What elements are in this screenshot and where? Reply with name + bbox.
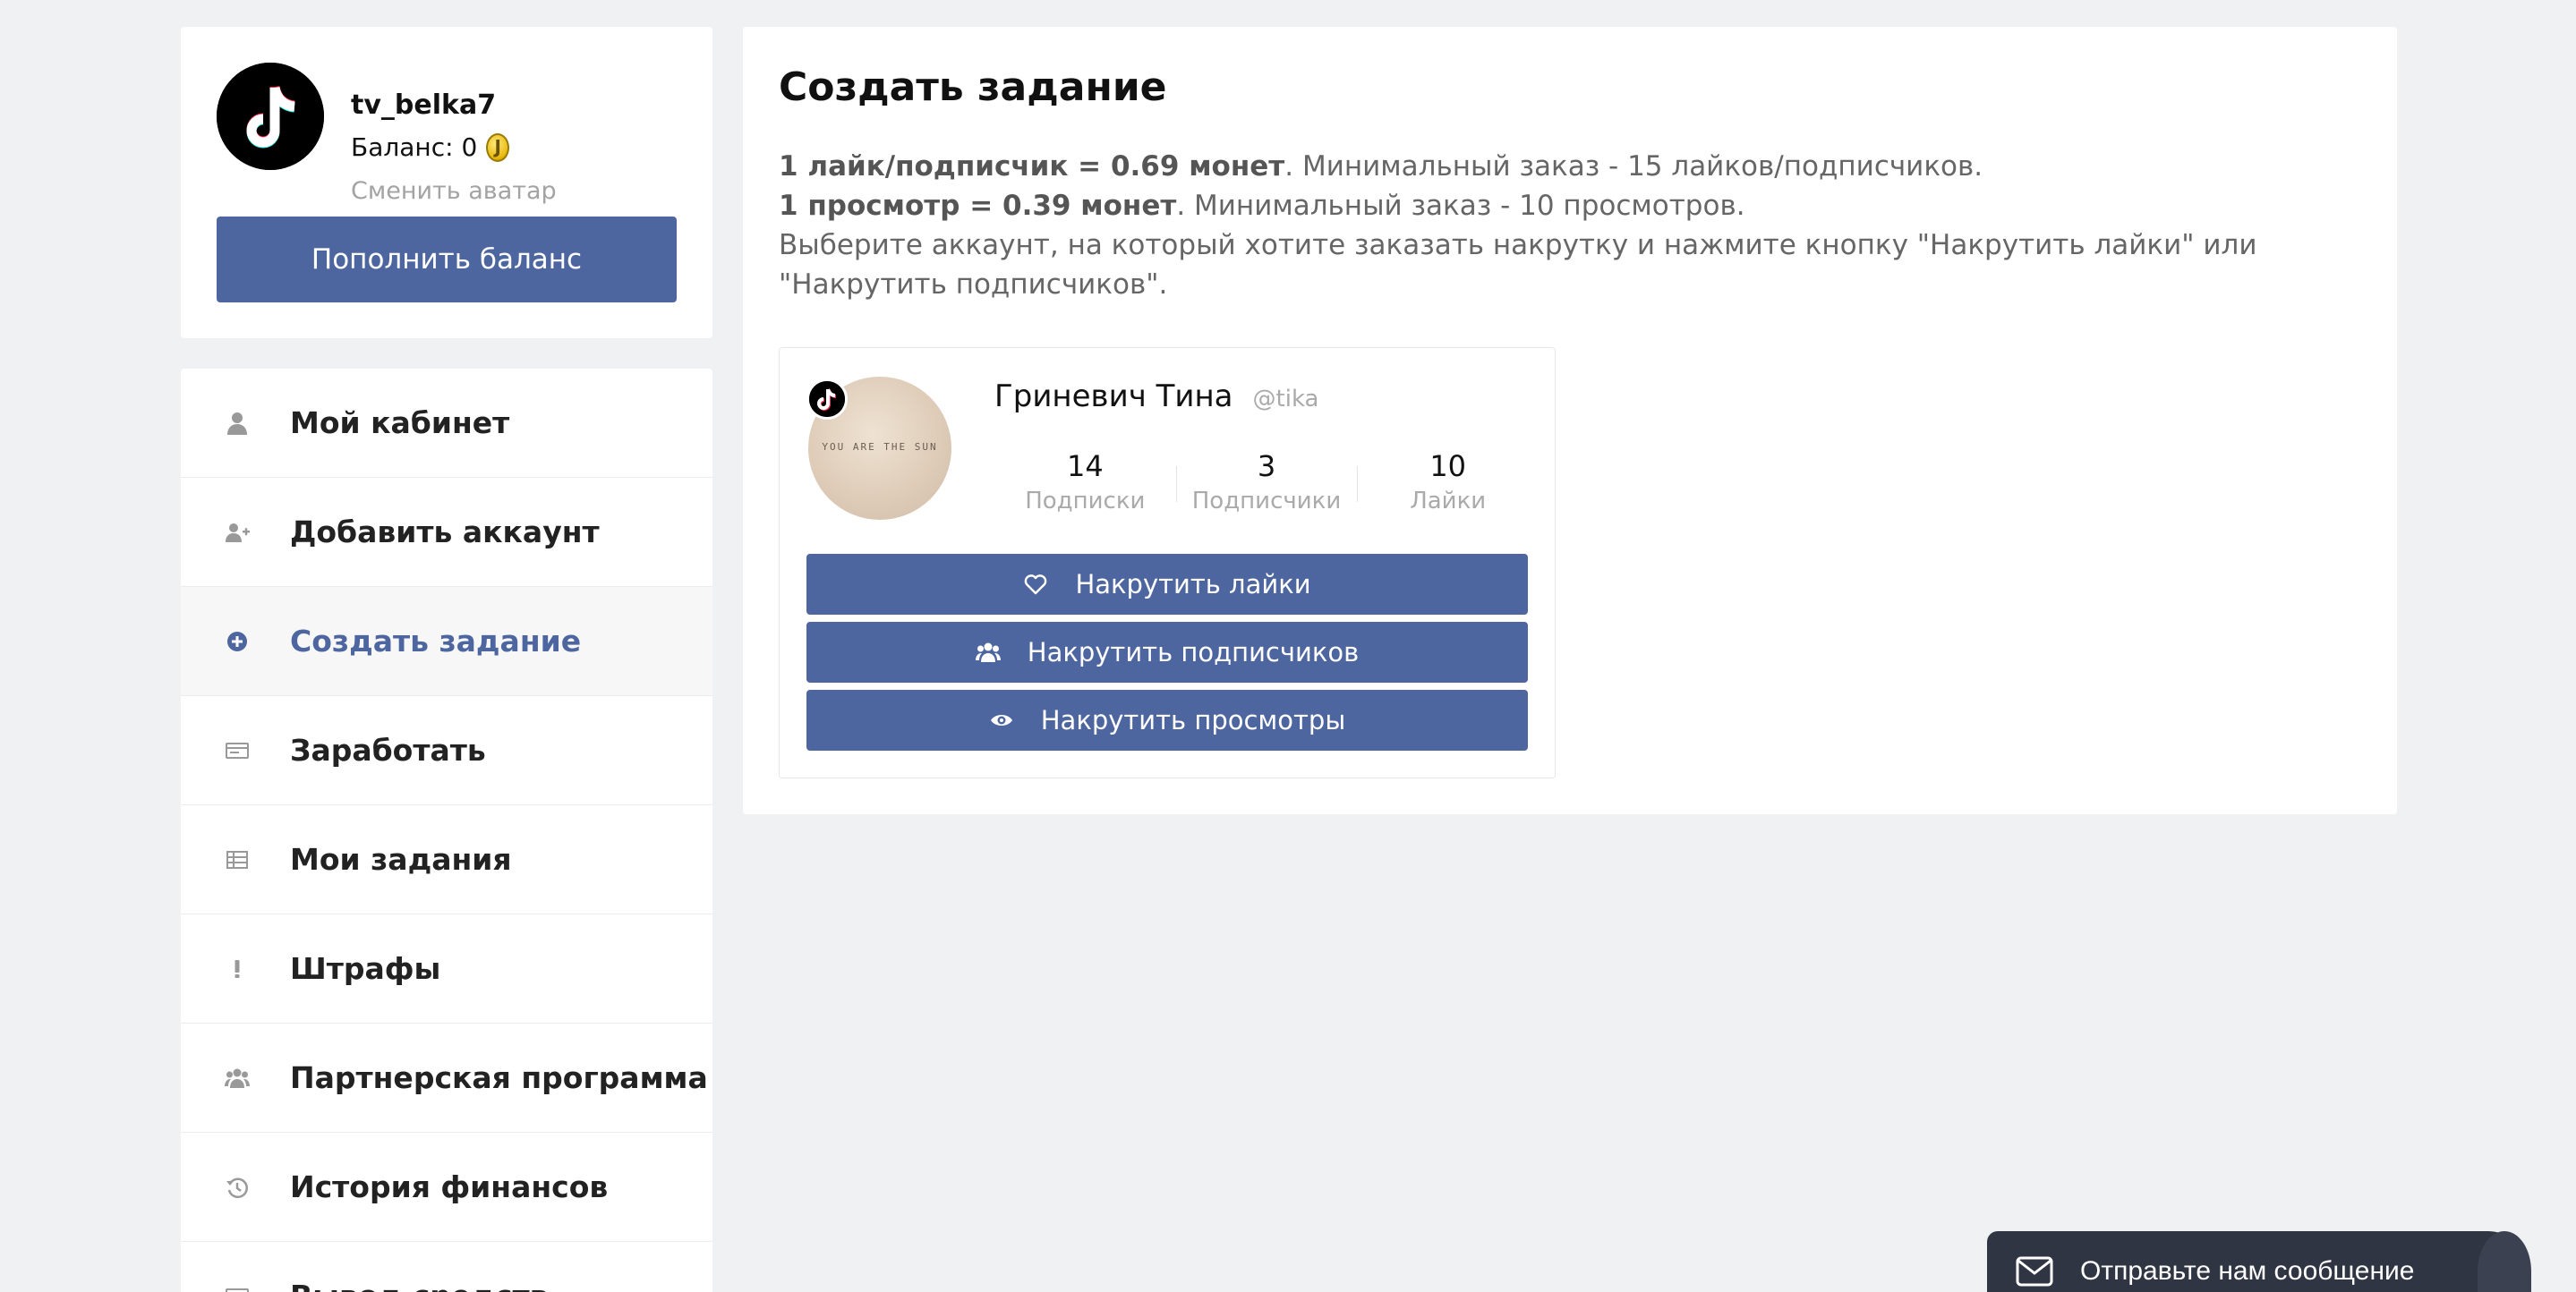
sidebar-item-label: Партнерская программа — [290, 1060, 708, 1095]
boost-subscribers-button[interactable]: Накрутить подписчиков — [806, 622, 1528, 683]
coin-icon — [486, 132, 510, 162]
pricing-likes-line: 1 лайк/подписчик = 0.69 монет. Минимальн… — [779, 147, 2354, 186]
topup-balance-button[interactable]: Пополнить баланс — [217, 217, 677, 302]
sidebar-item-label: Заработать — [290, 733, 486, 768]
plus-circle-icon — [222, 626, 252, 657]
boost-subscribers-label: Накрутить подписчиков — [1027, 637, 1360, 667]
sidebar-item-partner[interactable]: Партнерская программа — [181, 1024, 712, 1133]
chat-widget[interactable]: Отправьте нам сообщение — [1987, 1231, 2531, 1292]
page-title: Создать задание — [779, 64, 1167, 110]
stat-label: Лайки — [1410, 488, 1487, 514]
pricing-views-line: 1 просмотр = 0.39 монет. Минимальный зак… — [779, 186, 2354, 225]
change-avatar-link[interactable]: Сменить аватар — [351, 177, 557, 205]
table-icon — [222, 845, 252, 875]
stat-followers: 3 Подписчики — [1175, 446, 1358, 518]
stat-value: 10 — [1429, 449, 1467, 483]
users-icon — [222, 1063, 252, 1093]
pricing-likes-min: . Минимальный заказ - 15 лайков/подписчи… — [1284, 150, 1983, 183]
eye-icon — [990, 715, 1012, 726]
sidebar-item-label: Создать задание — [290, 624, 582, 659]
sidebar-item-label: Мои задания — [290, 842, 512, 877]
sidebar-item-cabinet[interactable]: Мой кабинет — [181, 369, 712, 478]
create-task-panel: Создать задание 1 лайк/подписчик = 0.69 … — [743, 27, 2397, 814]
heart-icon — [1025, 574, 1047, 595]
sidebar-item-create-task[interactable]: Создать задание — [181, 587, 712, 696]
balance-label: Баланс: 0 — [351, 132, 478, 162]
account-name-row: Гриневич Тина @tika — [994, 378, 1318, 414]
wallet-icon — [222, 1281, 252, 1292]
stat-following: 14 Подписки — [994, 446, 1176, 518]
exclamation-icon — [222, 954, 252, 984]
sidebar-item-fines[interactable]: Штрафы — [181, 914, 712, 1024]
sidebar-item-label: Вывод средств — [290, 1279, 548, 1292]
pricing-info: 1 лайк/подписчик = 0.69 монет. Минимальн… — [779, 147, 2354, 304]
avatar[interactable] — [217, 63, 324, 170]
sidebar-item-label: Добавить аккаунт — [290, 514, 600, 549]
boost-views-label: Накрутить просмотры — [1040, 705, 1346, 735]
boost-likes-button[interactable]: Накрутить лайки — [806, 554, 1528, 615]
pricing-views-rate: 1 просмотр = 0.39 монет — [779, 190, 1177, 222]
sidebar-item-finance-history[interactable]: История финансов — [181, 1133, 712, 1242]
history-icon — [222, 1172, 252, 1203]
stat-value: 3 — [1257, 449, 1276, 483]
stat-label: Подписчики — [1191, 488, 1342, 514]
chat-label: Отправьте нам сообщение — [2080, 1256, 2415, 1286]
user-icon — [222, 408, 252, 438]
sidebar-item-label: История финансов — [290, 1169, 609, 1204]
pricing-likes-rate: 1 лайк/подписчик = 0.69 монет — [779, 150, 1285, 183]
boost-likes-label: Накрутить лайки — [1075, 569, 1311, 599]
pricing-views-min: . Минимальный заказ - 10 просмотров. — [1176, 190, 1745, 222]
account-avatar-text: YOU ARE THE SUN — [822, 441, 938, 453]
stat-label: Подписки — [1025, 488, 1146, 514]
sidebar-item-my-tasks[interactable]: Мои задания — [181, 805, 712, 914]
profile-card: tv_belka7 Баланс: 0 Сменить аватар Попол… — [181, 27, 712, 338]
account-stats: 14 Подписки 3 Подписчики 10 Лайки — [994, 446, 1539, 518]
stat-value: 14 — [1066, 449, 1104, 483]
stat-likes: 10 Лайки — [1357, 446, 1539, 518]
sidebar-item-label: Мой кабинет — [290, 405, 510, 440]
instructions-text: Выберите аккаунт, на который хотите зака… — [779, 229, 2257, 301]
money-icon — [222, 735, 252, 766]
envelope-icon — [2016, 1256, 2053, 1287]
tiktok-logo-icon — [217, 63, 324, 170]
sidebar-item-withdraw[interactable]: Вывод средств — [181, 1242, 712, 1292]
sidebar-item-add-account[interactable]: Добавить аккаунт — [181, 478, 712, 587]
sidebar-item-label: Штрафы — [290, 951, 441, 986]
account-card: YOU ARE THE SUN Гриневич Тина @tika 14 П… — [779, 347, 1556, 778]
chat-corner — [2478, 1231, 2531, 1292]
boost-views-button[interactable]: Накрутить просмотры — [806, 690, 1528, 751]
tiktok-badge-icon — [806, 378, 848, 420]
account-handle: @tika — [1252, 386, 1319, 412]
sidebar-menu: Мой кабинет Добавить аккаунт Создать зад… — [181, 369, 712, 1292]
user-plus-icon — [222, 517, 252, 548]
balance: Баланс: 0 — [351, 132, 510, 162]
users-icon — [975, 642, 1001, 662]
sidebar-item-earn[interactable]: Заработать — [181, 696, 712, 805]
account-name: Гриневич Тина — [994, 378, 1233, 414]
username: tv_belka7 — [351, 89, 497, 121]
